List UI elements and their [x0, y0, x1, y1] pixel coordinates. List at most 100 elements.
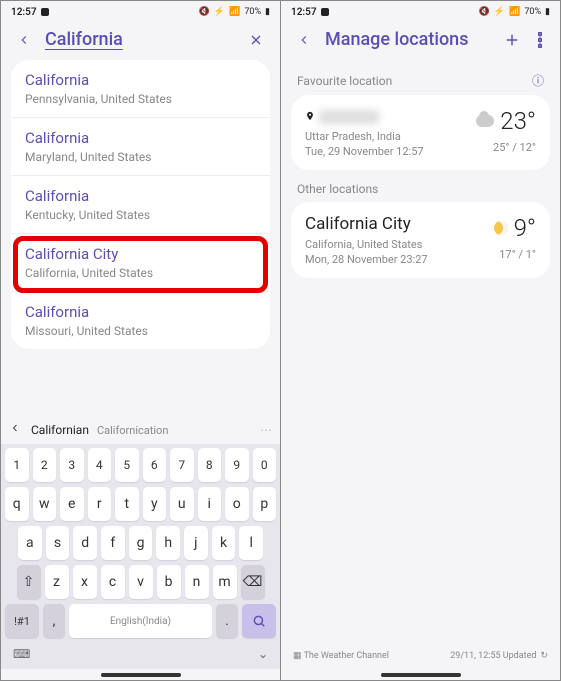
key-f[interactable]: f — [101, 526, 125, 560]
key-p[interactable]: p — [253, 487, 277, 521]
key-r[interactable]: r — [88, 487, 112, 521]
favourite-region: Uttar Pradesh, India — [305, 130, 476, 143]
footer: ▦ The Weather Channel 29/11, 12:55 Updat… — [281, 643, 560, 669]
search-key[interactable] — [242, 604, 276, 638]
space-key[interactable]: English(India) — [69, 604, 212, 638]
key-a[interactable]: a — [18, 526, 42, 560]
key-t[interactable]: t — [115, 487, 139, 521]
key-x[interactable]: x — [73, 565, 97, 599]
key-i[interactable]: i — [198, 487, 222, 521]
result-name: California — [25, 129, 256, 147]
weather-brand: ▦ The Weather Channel — [293, 651, 389, 661]
suggestion-1[interactable]: Californian — [31, 423, 89, 437]
battery-icon: ▮ — [545, 7, 550, 17]
key-b[interactable]: b — [157, 565, 181, 599]
key-4[interactable]: 4 — [88, 448, 112, 482]
info-icon[interactable]: ⓘ — [532, 72, 544, 89]
key-w[interactable]: w — [33, 487, 57, 521]
back-button[interactable] — [15, 31, 33, 49]
nav-handle[interactable] — [101, 673, 181, 677]
key-n[interactable]: n — [185, 565, 209, 599]
key-k[interactable]: k — [212, 526, 236, 560]
page-title: Manage locations — [325, 29, 490, 50]
manage-header: Manage locations — [281, 23, 560, 60]
shift-key[interactable]: ⇧ — [17, 565, 41, 599]
search-screen: 12:57 🔇 ⚡ 📶 70% ▮ California California … — [1, 1, 280, 680]
other-temp: 9° — [494, 214, 536, 242]
keyboard-collapse-icon[interactable]: ⌨ — [13, 647, 30, 661]
keyboard: 1 2 3 4 5 6 7 8 9 0 q w e r t y u i o p … — [1, 444, 280, 669]
keyboard-down-icon[interactable]: ⌄ — [258, 647, 268, 661]
other-region: California, United States — [305, 238, 494, 251]
favourite-time: Tue, 29 November 12:57 — [305, 145, 476, 158]
key-5[interactable]: 5 — [115, 448, 139, 482]
key-2[interactable]: 2 — [33, 448, 57, 482]
key-g[interactable]: g — [129, 526, 153, 560]
favourite-card[interactable]: Uttar Pradesh, India Tue, 29 November 12… — [291, 95, 550, 170]
key-1[interactable]: 1 — [5, 448, 29, 482]
moon-icon — [494, 221, 508, 235]
result-sub: Missouri, United States — [25, 324, 256, 338]
battery-text: 70% — [244, 7, 261, 17]
key-z[interactable]: z — [45, 565, 69, 599]
updated-text: 29/11, 12:55 Updated — [450, 651, 536, 661]
key-3[interactable]: 3 — [60, 448, 84, 482]
comma-key[interactable]: , — [43, 604, 65, 638]
result-sub: Kentucky, United States — [25, 208, 256, 222]
notification-icon — [41, 8, 49, 16]
dot-key[interactable]: . — [216, 604, 238, 638]
mute-icon: 🔇 — [479, 7, 490, 17]
result-item[interactable]: California City California, United State… — [11, 234, 270, 292]
key-q[interactable]: q — [5, 487, 29, 521]
more-button[interactable] — [534, 30, 546, 50]
result-sub: Maryland, United States — [25, 150, 256, 164]
suggestion-2[interactable]: Californication — [97, 424, 168, 437]
key-u[interactable]: u — [170, 487, 194, 521]
key-j[interactable]: j — [184, 526, 208, 560]
refresh-icon[interactable]: ↻ — [540, 651, 548, 661]
key-6[interactable]: 6 — [143, 448, 167, 482]
suggestion-more[interactable]: ⋯ — [260, 423, 272, 437]
backspace-key[interactable]: ⌫ — [241, 565, 265, 599]
add-button[interactable] — [502, 30, 522, 50]
clear-button[interactable] — [246, 30, 266, 50]
wifi-icon: ⚡ — [214, 7, 225, 17]
result-item[interactable]: California Pennsylvania, United States — [11, 60, 270, 118]
search-header: California — [1, 23, 280, 60]
key-l[interactable]: l — [239, 526, 263, 560]
result-sub: Pennsylvania, United States — [25, 92, 256, 106]
nav-handle[interactable] — [381, 673, 461, 677]
status-icons: 🔇 ⚡ 📶 70% ▮ — [199, 7, 270, 17]
back-button[interactable] — [295, 31, 313, 49]
key-d[interactable]: d — [73, 526, 97, 560]
result-item[interactable]: California Maryland, United States — [11, 118, 270, 176]
other-card[interactable]: California City California, United State… — [291, 202, 550, 278]
key-0[interactable]: 0 — [253, 448, 277, 482]
key-7[interactable]: 7 — [170, 448, 194, 482]
search-input[interactable]: California — [45, 29, 234, 50]
key-9[interactable]: 9 — [225, 448, 249, 482]
key-c[interactable]: c — [101, 565, 125, 599]
key-h[interactable]: h — [156, 526, 180, 560]
key-8[interactable]: 8 — [198, 448, 222, 482]
symbols-key[interactable]: !#1 — [5, 604, 39, 638]
clock: 12:57 — [11, 7, 37, 18]
pin-icon — [305, 107, 315, 126]
result-item[interactable]: California Kentucky, United States — [11, 176, 270, 234]
suggestion-bar: Californian Californication ⋯ — [1, 416, 280, 444]
battery-icon: ▮ — [265, 7, 270, 17]
result-item[interactable]: California Missouri, United States — [11, 292, 270, 349]
key-v[interactable]: v — [129, 565, 153, 599]
wifi-icon: ⚡ — [494, 7, 505, 17]
cloud-icon — [476, 115, 494, 127]
key-y[interactable]: y — [143, 487, 167, 521]
suggestion-back[interactable] — [9, 422, 25, 438]
key-s[interactable]: s — [46, 526, 70, 560]
other-high-low: 17° / 1° — [494, 248, 536, 261]
status-icons: 🔇 ⚡ 📶 70% ▮ — [479, 7, 550, 17]
key-o[interactable]: o — [225, 487, 249, 521]
results-list: California Pennsylvania, United States C… — [11, 60, 270, 349]
key-e[interactable]: e — [60, 487, 84, 521]
key-m[interactable]: m — [213, 565, 237, 599]
result-name: California — [25, 187, 256, 205]
